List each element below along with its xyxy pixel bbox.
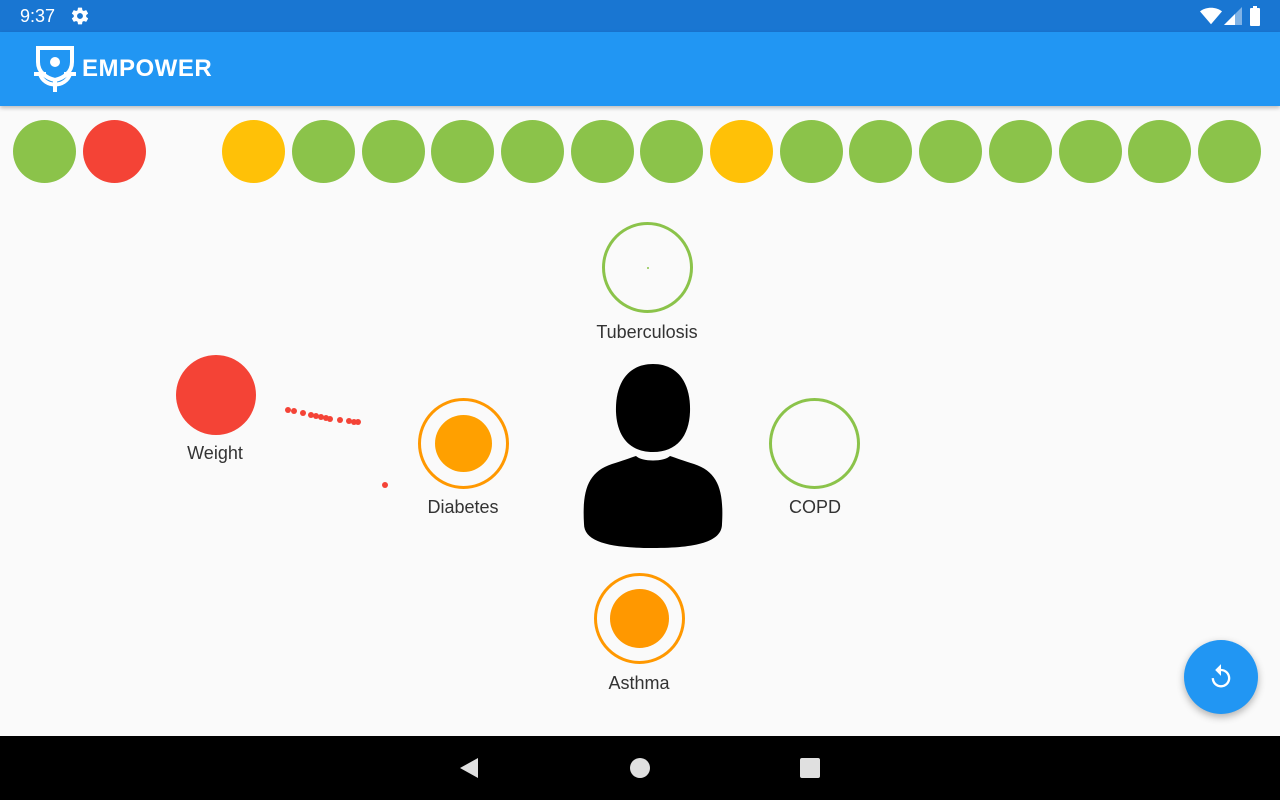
history-dot-green[interactable]	[1059, 120, 1122, 183]
app-bar: EMPOWER	[0, 32, 1280, 106]
history-dot-green[interactable]	[780, 120, 843, 183]
diabetes-node[interactable]	[418, 398, 509, 489]
status-bar: 9:37	[0, 0, 1280, 32]
history-dot-green[interactable]	[292, 120, 355, 183]
history-dot-green[interactable]	[13, 120, 76, 183]
trail-dot	[382, 482, 388, 488]
asthma-node[interactable]	[594, 573, 685, 664]
app-title: EMPOWER	[82, 55, 213, 82]
status-time: 9:37	[20, 6, 56, 26]
history-dot-green[interactable]	[501, 120, 564, 183]
back-icon[interactable]	[458, 757, 480, 779]
history-dot-green[interactable]	[640, 120, 703, 183]
history-dot-yellow[interactable]	[222, 120, 285, 183]
asthma-level	[610, 589, 669, 648]
asthma-label: Asthma	[608, 673, 670, 693]
battery-icon	[1250, 6, 1260, 26]
copd-label: COPD	[788, 497, 841, 517]
copd-node[interactable]	[769, 398, 860, 489]
trail-dot	[327, 416, 333, 422]
weight-label: Weight	[187, 443, 243, 463]
cell-signal-icon	[1224, 7, 1242, 25]
trail-dot	[337, 417, 343, 423]
wifi-icon	[1200, 7, 1222, 25]
history-dot-green[interactable]	[849, 120, 912, 183]
trail-dot	[291, 408, 297, 414]
health-graph: Tuberculosis Weight Diabetes COPD Asthma	[0, 196, 1280, 736]
refresh-icon	[1211, 664, 1231, 688]
tuberculosis-level	[647, 267, 649, 269]
history-dot-green[interactable]	[989, 120, 1052, 183]
home-icon[interactable]	[630, 758, 650, 778]
diabetes-label: Diabetes	[427, 497, 499, 517]
history-dot-green[interactable]	[1128, 120, 1191, 183]
tuberculosis-node[interactable]	[602, 222, 693, 313]
history-dot-green[interactable]	[571, 120, 634, 183]
trail-dot	[300, 410, 306, 416]
refresh-button[interactable]	[1184, 640, 1258, 714]
recents-icon[interactable]	[800, 758, 820, 778]
weight-node[interactable]	[176, 355, 256, 435]
history-dot-red[interactable]	[83, 120, 146, 183]
empower-logo-icon	[34, 46, 76, 92]
history-dot-green[interactable]	[431, 120, 494, 183]
trail-dot	[355, 419, 361, 425]
history-dot-yellow[interactable]	[710, 120, 773, 183]
tuberculosis-label: Tuberculosis	[596, 322, 698, 342]
history-strip	[0, 120, 1280, 184]
person-icon	[583, 364, 723, 548]
settings-icon	[71, 7, 89, 25]
system-nav-bar	[0, 736, 1280, 800]
diabetes-level	[435, 415, 492, 472]
history-dot-green[interactable]	[362, 120, 425, 183]
history-dot-green[interactable]	[1198, 120, 1261, 183]
history-dot-green[interactable]	[919, 120, 982, 183]
